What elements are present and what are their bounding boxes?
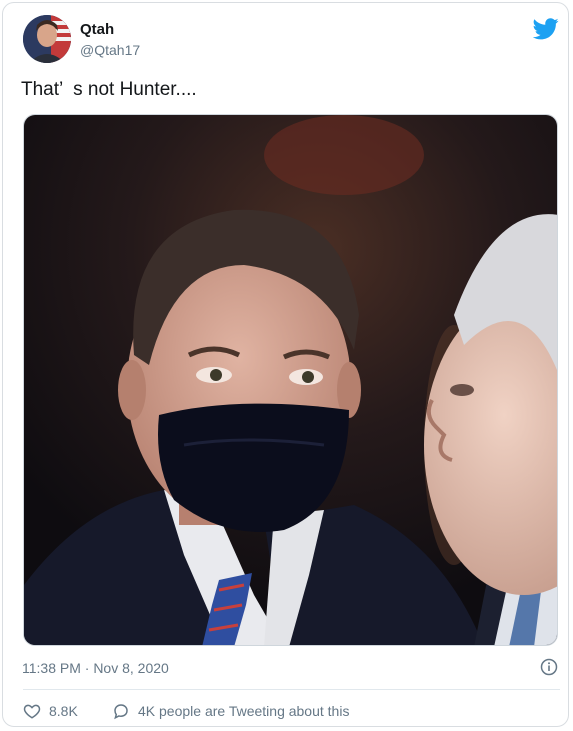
- info-icon[interactable]: [540, 658, 558, 676]
- speech-bubble-icon: [114, 704, 128, 720]
- divider: [23, 689, 560, 690]
- tweet-photo[interactable]: [23, 114, 558, 646]
- conversation-button[interactable]: 4K people are Tweeting about this: [112, 701, 349, 721]
- tweet-card[interactable]: Qtah @Qtah17 That’ s not Hunter.... 11:3…: [2, 2, 569, 727]
- conversation-label: 4K people are Tweeting about this: [138, 703, 350, 719]
- display-name[interactable]: Qtah: [80, 21, 114, 38]
- heart-icon: [23, 704, 41, 719]
- tweet-timestamp[interactable]: 11:38 PM · Nov 8, 2020: [22, 660, 169, 676]
- tweet-text: That’ s not Hunter....: [21, 79, 197, 100]
- like-button[interactable]: 8.8K: [23, 701, 78, 721]
- photo-two-men-masked-icon: [24, 115, 557, 645]
- avatar-image: [23, 15, 71, 63]
- user-handle[interactable]: @Qtah17: [80, 42, 140, 58]
- twitter-bird-icon[interactable]: [532, 18, 559, 40]
- like-count: 8.8K: [49, 703, 78, 719]
- avatar[interactable]: [23, 15, 71, 63]
